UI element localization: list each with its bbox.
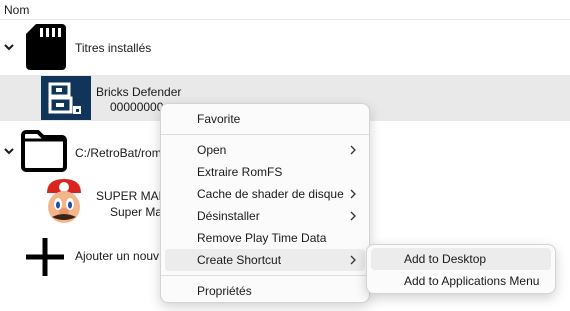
group-label-folder: C:/RetroBat/rom bbox=[75, 146, 162, 160]
group-label-installed: Titres installés bbox=[75, 41, 152, 55]
game-thumbnail-bricks-defender bbox=[41, 76, 91, 120]
chevron-right-icon bbox=[349, 210, 357, 222]
column-header[interactable]: Nom bbox=[0, 0, 570, 20]
menu-item-remove-play-time[interactable]: Remove Play Time Data bbox=[165, 227, 365, 249]
game-title: Bricks Defender bbox=[96, 85, 182, 99]
sd-card-icon bbox=[26, 24, 66, 73]
game-subtitle: Super Ma bbox=[110, 205, 163, 219]
folder-icon bbox=[20, 130, 68, 175]
menu-item-extract-romfs[interactable]: Extraire RomFS bbox=[165, 161, 365, 183]
menu-separator bbox=[161, 134, 369, 135]
chevron-right-icon bbox=[349, 144, 357, 156]
plus-icon[interactable] bbox=[26, 238, 64, 279]
chevron-right-icon bbox=[349, 254, 357, 266]
menu-item-open[interactable]: Open bbox=[165, 139, 365, 161]
menu-item-uninstall[interactable]: Désinstaller bbox=[165, 205, 365, 227]
add-new-folder-label[interactable]: Ajouter un nouv bbox=[75, 249, 159, 263]
game-title: SUPER MAR bbox=[96, 189, 168, 203]
context-menu: Favorite Open Extraire RomFS Cache de sh… bbox=[160, 103, 370, 303]
chevron-right-icon bbox=[349, 188, 357, 200]
menu-item-create-shortcut[interactable]: Create Shortcut bbox=[165, 249, 365, 271]
game-id: 00000000 bbox=[110, 100, 164, 114]
column-header-name: Nom bbox=[4, 3, 30, 17]
chevron-down-icon[interactable] bbox=[3, 145, 15, 157]
menu-item-favorite[interactable]: Favorite bbox=[165, 108, 365, 130]
menu-item-add-to-desktop[interactable]: Add to Desktop bbox=[371, 248, 551, 270]
menu-separator bbox=[161, 275, 369, 276]
menu-item-properties[interactable]: Propriétés bbox=[165, 280, 365, 302]
menu-item-shader-cache[interactable]: Cache de shader de disque bbox=[165, 183, 365, 205]
game-thumbnail-super-mario bbox=[41, 177, 87, 227]
create-shortcut-submenu: Add to Desktop Add to Applications Menu bbox=[366, 244, 556, 294]
chevron-down-icon[interactable] bbox=[3, 41, 15, 53]
menu-item-add-to-applications-menu[interactable]: Add to Applications Menu bbox=[371, 270, 551, 292]
